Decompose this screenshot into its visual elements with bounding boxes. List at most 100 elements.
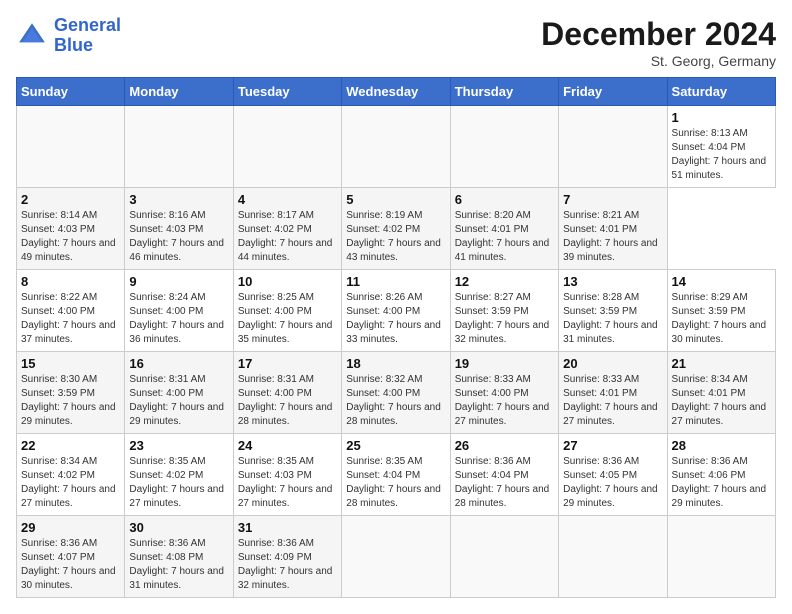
day-info: Sunrise: 8:36 AMSunset: 4:09 PMDaylight:…	[238, 537, 337, 593]
empty-cell	[559, 516, 667, 598]
calendar-week-row: 29 Sunrise: 8:36 AMSunset: 4:07 PMDayligh…	[17, 516, 776, 598]
calendar-day-cell: 9Sunrise: 8:24 AMSunset: 4:00 PMDaylight…	[125, 270, 233, 352]
day-number: 18	[346, 356, 445, 371]
day-number: 25	[346, 438, 445, 453]
day-info: Sunrise: 8:22 AMSunset: 4:00 PMDaylight:…	[21, 291, 120, 347]
day-info: Sunrise: 8:25 AMSunset: 4:00 PMDaylight:…	[238, 291, 337, 347]
day-number: 4	[238, 192, 337, 207]
calendar-day-cell: 11Sunrise: 8:26 AMSunset: 4:00 PMDayligh…	[342, 270, 450, 352]
calendar-day-cell: 13 Sunrise: 8:28 AMSunset: 3:59 PMDayligh…	[559, 270, 667, 352]
calendar-week-row: 2 Sunrise: 8:14 AMSunset: 4:03 PMDaylight…	[17, 188, 776, 270]
title-area: December 2024 St. Georg, Germany	[541, 16, 776, 69]
day-number: 23	[129, 438, 228, 453]
calendar-day-cell: 12Sunrise: 8:27 AMSunset: 3:59 PMDayligh…	[450, 270, 558, 352]
calendar-day-cell: 26 Sunrise: 8:36 AMSunset: 4:04 PMDayligh…	[450, 434, 558, 516]
day-number: 27	[563, 438, 662, 453]
day-number: 19	[455, 356, 554, 371]
day-info: Sunrise: 8:32 AMSunset: 4:00 PMDaylight:…	[346, 373, 445, 429]
day-info: Sunrise: 8:29 AMSunset: 3:59 PMDaylight:…	[672, 291, 771, 347]
day-number: 30	[129, 520, 228, 535]
day-number: 14	[672, 274, 771, 289]
logo-text: GeneralBlue	[54, 16, 121, 56]
day-info: Sunrise: 8:31 AMSunset: 4:00 PMDaylight:…	[238, 373, 337, 429]
calendar-week-row: 8Sunrise: 8:22 AMSunset: 4:00 PMDaylight…	[17, 270, 776, 352]
day-number: 15	[21, 356, 120, 371]
day-number: 1	[672, 110, 771, 125]
calendar-day-cell: 7Sunrise: 8:21 AMSunset: 4:01 PMDaylight…	[559, 188, 667, 270]
day-number: 6	[455, 192, 554, 207]
day-info: Sunrise: 8:28 AMSunset: 3:59 PMDaylight:…	[563, 291, 662, 347]
day-number: 20	[563, 356, 662, 371]
calendar-day-cell: 3Sunrise: 8:16 AMSunset: 4:03 PMDaylight…	[125, 188, 233, 270]
day-number: 12	[455, 274, 554, 289]
day-info: Sunrise: 8:36 AMSunset: 4:07 PMDaylight:…	[21, 537, 120, 593]
calendar-day-cell: 21 Sunrise: 8:34 AMSunset: 4:01 PMDayligh…	[667, 352, 775, 434]
day-info: Sunrise: 8:35 AMSunset: 4:04 PMDaylight:…	[346, 455, 445, 511]
logo: GeneralBlue	[16, 16, 121, 56]
day-info: Sunrise: 8:36 AMSunset: 4:06 PMDaylight:…	[672, 455, 771, 511]
empty-cell	[667, 516, 775, 598]
day-number: 22	[21, 438, 120, 453]
day-info: Sunrise: 8:31 AMSunset: 4:00 PMDaylight:…	[129, 373, 228, 429]
header-day-sunday: Sunday	[17, 78, 125, 106]
day-info: Sunrise: 8:36 AMSunset: 4:05 PMDaylight:…	[563, 455, 662, 511]
day-info: Sunrise: 8:36 AMSunset: 4:04 PMDaylight:…	[455, 455, 554, 511]
day-number: 26	[455, 438, 554, 453]
empty-cell	[450, 106, 558, 188]
day-number: 2	[21, 192, 120, 207]
calendar-week-row: 22 Sunrise: 8:34 AMSunset: 4:02 PMDayligh…	[17, 434, 776, 516]
empty-cell	[125, 106, 233, 188]
header-day-wednesday: Wednesday	[342, 78, 450, 106]
calendar-day-cell: 31 Sunrise: 8:36 AMSunset: 4:09 PMDayligh…	[233, 516, 341, 598]
calendar-week-row: 15Sunrise: 8:30 AMSunset: 3:59 PMDayligh…	[17, 352, 776, 434]
calendar-day-cell: 4 Sunrise: 8:17 AMSunset: 4:02 PMDaylight…	[233, 188, 341, 270]
day-number: 24	[238, 438, 337, 453]
header-day-tuesday: Tuesday	[233, 78, 341, 106]
calendar-day-cell: 30 Sunrise: 8:36 AMSunset: 4:08 PMDayligh…	[125, 516, 233, 598]
day-number: 17	[238, 356, 337, 371]
location-title: St. Georg, Germany	[541, 53, 776, 69]
empty-cell	[17, 106, 125, 188]
empty-cell	[342, 516, 450, 598]
calendar-day-cell: 1 Sunrise: 8:13 AMSunset: 4:04 PMDaylight…	[667, 106, 775, 188]
day-info: Sunrise: 8:24 AMSunset: 4:00 PMDaylight:…	[129, 291, 228, 347]
day-info: Sunrise: 8:19 AMSunset: 4:02 PMDaylight:…	[346, 209, 445, 265]
day-info: Sunrise: 8:33 AMSunset: 4:01 PMDaylight:…	[563, 373, 662, 429]
day-info: Sunrise: 8:35 AMSunset: 4:02 PMDaylight:…	[129, 455, 228, 511]
day-number: 28	[672, 438, 771, 453]
calendar-day-cell: 6 Sunrise: 8:20 AMSunset: 4:01 PMDaylight…	[450, 188, 558, 270]
calendar-day-cell: 15Sunrise: 8:30 AMSunset: 3:59 PMDayligh…	[17, 352, 125, 434]
day-info: Sunrise: 8:20 AMSunset: 4:01 PMDaylight:…	[455, 209, 554, 265]
month-title: December 2024	[541, 16, 776, 53]
day-number: 3	[129, 192, 228, 207]
calendar-day-cell: 27 Sunrise: 8:36 AMSunset: 4:05 PMDayligh…	[559, 434, 667, 516]
calendar-day-cell: 14 Sunrise: 8:29 AMSunset: 3:59 PMDayligh…	[667, 270, 775, 352]
logo-icon	[16, 20, 48, 52]
day-number: 31	[238, 520, 337, 535]
calendar-day-cell: 29 Sunrise: 8:36 AMSunset: 4:07 PMDayligh…	[17, 516, 125, 598]
day-number: 29	[21, 520, 120, 535]
calendar-day-cell: 19Sunrise: 8:33 AMSunset: 4:00 PMDayligh…	[450, 352, 558, 434]
header-day-thursday: Thursday	[450, 78, 558, 106]
day-number: 16	[129, 356, 228, 371]
day-number: 21	[672, 356, 771, 371]
day-info: Sunrise: 8:36 AMSunset: 4:08 PMDaylight:…	[129, 537, 228, 593]
day-number: 13	[563, 274, 662, 289]
empty-cell	[559, 106, 667, 188]
day-info: Sunrise: 8:17 AMSunset: 4:02 PMDaylight:…	[238, 209, 337, 265]
day-info: Sunrise: 8:34 AMSunset: 4:02 PMDaylight:…	[21, 455, 120, 511]
day-info: Sunrise: 8:35 AMSunset: 4:03 PMDaylight:…	[238, 455, 337, 511]
calendar-day-cell: 24 Sunrise: 8:35 AMSunset: 4:03 PMDayligh…	[233, 434, 341, 516]
empty-cell	[233, 106, 341, 188]
calendar-day-cell: 18 Sunrise: 8:32 AMSunset: 4:00 PMDayligh…	[342, 352, 450, 434]
empty-cell	[450, 516, 558, 598]
day-info: Sunrise: 8:34 AMSunset: 4:01 PMDaylight:…	[672, 373, 771, 429]
calendar-day-cell: 17 Sunrise: 8:31 AMSunset: 4:00 PMDayligh…	[233, 352, 341, 434]
day-info: Sunrise: 8:26 AMSunset: 4:00 PMDaylight:…	[346, 291, 445, 347]
day-info: Sunrise: 8:13 AMSunset: 4:04 PMDaylight:…	[672, 127, 771, 183]
day-info: Sunrise: 8:14 AMSunset: 4:03 PMDaylight:…	[21, 209, 120, 265]
calendar-day-cell: 22 Sunrise: 8:34 AMSunset: 4:02 PMDayligh…	[17, 434, 125, 516]
calendar-day-cell: 20 Sunrise: 8:33 AMSunset: 4:01 PMDayligh…	[559, 352, 667, 434]
header-day-friday: Friday	[559, 78, 667, 106]
day-number: 10	[238, 274, 337, 289]
